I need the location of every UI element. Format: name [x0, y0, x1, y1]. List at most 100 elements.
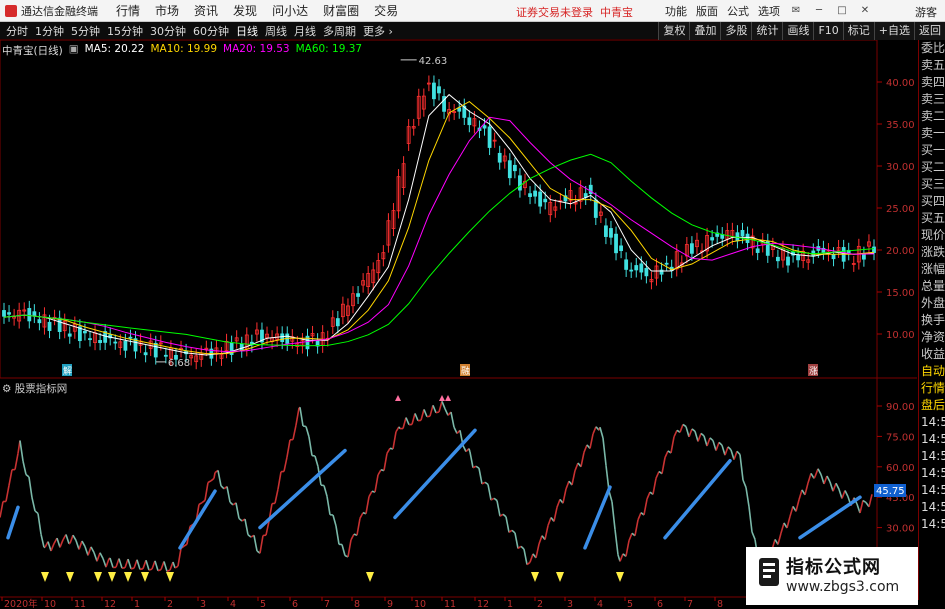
period-weekly[interactable]: 周线 — [265, 23, 287, 39]
side-panel-item[interactable]: 买一 — [919, 142, 945, 159]
add-watchlist-button[interactable]: +自选 — [873, 22, 914, 40]
menu-item-quotes[interactable]: 行情 — [116, 2, 140, 19]
mark-button[interactable]: 标记 — [842, 22, 874, 40]
period-60min[interactable]: 60分钟 — [193, 23, 229, 39]
signal-triangle — [66, 572, 74, 582]
period-multi[interactable]: 多周期 — [323, 23, 356, 39]
indicator-line-segment — [804, 482, 809, 496]
side-panel-item[interactable]: 卖五 — [919, 57, 945, 74]
indicator-line-segment — [487, 484, 492, 501]
draw-button[interactable]: 画线 — [782, 22, 814, 40]
side-panel-item[interactable]: 卖四 — [919, 74, 945, 91]
side-panel-item[interactable]: 买三 — [919, 176, 945, 193]
multi-stock-button[interactable]: 多股 — [720, 22, 752, 40]
candle-body — [32, 311, 37, 316]
menu-item-options[interactable]: 选项 — [758, 3, 780, 19]
indicator-line-segment — [201, 499, 206, 504]
indicator-line-segment — [383, 453, 388, 471]
event-marker-label: 涨 — [809, 366, 818, 377]
side-panel-item[interactable]: 行情 — [919, 380, 945, 397]
indicator-line-segment — [365, 496, 370, 514]
side-panel-item[interactable]: 卖二 — [919, 108, 945, 125]
menu-item-wealth[interactable]: 财富圈 — [323, 2, 359, 19]
legend-toggle-icon[interactable]: ▣ — [69, 43, 79, 58]
indicator-settings-icon[interactable]: ⚙ — [2, 383, 11, 395]
message-icon[interactable]: ✉ — [789, 4, 803, 18]
side-panel-item[interactable]: 14:56 — [919, 482, 945, 499]
period-15min[interactable]: 15分钟 — [107, 23, 143, 39]
minimize-icon[interactable]: ─ — [812, 4, 826, 18]
side-panel-item[interactable]: 盘后 — [919, 397, 945, 414]
back-button[interactable]: 返回 — [914, 22, 945, 40]
login-warning[interactable]: 证券交易未登录 中青宝 — [516, 4, 633, 20]
guest-label[interactable]: 游客 — [915, 4, 937, 20]
menu-item-ask[interactable]: 问小达 — [272, 2, 308, 19]
side-panel-item[interactable]: 卖一 — [919, 125, 945, 142]
period-more[interactable]: 更多 › — [363, 23, 393, 39]
indicator-line-segment — [786, 516, 791, 529]
indicator-line-segment — [414, 413, 419, 422]
side-panel-item[interactable]: 委比 — [919, 40, 945, 57]
side-panel-item[interactable]: 14:56 — [919, 465, 945, 482]
indicator-line-segment — [553, 507, 558, 522]
side-panel-item[interactable]: 涨跌 — [919, 244, 945, 261]
indicator-line-segment — [538, 535, 543, 545]
close-icon[interactable]: ✕ — [858, 4, 872, 18]
menu-item-formula[interactable]: 公式 — [727, 3, 749, 19]
indicator-line-segment — [277, 471, 282, 490]
date-tick-label: 8 — [717, 599, 723, 609]
period-30min[interactable]: 30分钟 — [150, 23, 186, 39]
menu-item-function[interactable]: 功能 — [665, 3, 687, 19]
period-daily[interactable]: 日线 — [236, 23, 258, 39]
date-tick-label: 2 — [167, 599, 173, 609]
indicator-line-segment — [405, 417, 410, 425]
menu-item-trade[interactable]: 交易 — [374, 2, 398, 19]
period-intraday[interactable]: 分时 — [6, 23, 28, 39]
side-panel-item[interactable]: 买五 — [919, 210, 945, 227]
top-marker — [395, 395, 401, 401]
side-panel-item[interactable]: 现价 — [919, 227, 945, 244]
period-5min[interactable]: 5分钟 — [71, 23, 100, 39]
side-panel-item[interactable]: 涨幅 — [919, 261, 945, 278]
period-1min[interactable]: 1分钟 — [35, 23, 64, 39]
side-panel-item[interactable]: 买二 — [919, 159, 945, 176]
menu-item-layout[interactable]: 版面 — [696, 3, 718, 19]
candle-body — [143, 352, 148, 356]
menu-item-discover[interactable]: 发现 — [233, 2, 257, 19]
indicator-line-segment — [838, 488, 843, 499]
side-panel-item[interactable]: 14:56 — [919, 448, 945, 465]
side-panel-item[interactable]: 卖三 — [919, 91, 945, 108]
date-tick-label: 9 — [387, 599, 393, 609]
side-panel-item[interactable]: 买四 — [919, 193, 945, 210]
chart-area[interactable]: 40.00 35.00 30.00 25.00 20.00 15.00 10.00 42.63… — [0, 40, 917, 609]
side-panel-item[interactable]: 14:56 — [919, 414, 945, 431]
f10-button[interactable]: F10 — [813, 22, 843, 40]
indicator-line-segment — [547, 517, 552, 526]
menu-item-news[interactable]: 资讯 — [194, 2, 218, 19]
indicator-blue-segment — [798, 495, 862, 540]
stats-button[interactable]: 统计 — [751, 22, 783, 40]
indicator-line-segment — [614, 529, 619, 555]
indicator-line-segment — [28, 476, 33, 498]
candle-body — [745, 233, 750, 244]
indicator-line-segment — [226, 486, 231, 503]
indicator-line-segment — [511, 529, 516, 534]
side-panel-item[interactable]: 14:56 — [919, 516, 945, 533]
side-panel-item[interactable]: 自动 — [919, 363, 945, 380]
side-panel-item[interactable]: 外盘 — [919, 295, 945, 312]
menu-item-market[interactable]: 市场 — [155, 2, 179, 19]
side-panel-item[interactable]: 换手 — [919, 312, 945, 329]
indicator-line-segment — [435, 411, 440, 414]
side-panel-item[interactable]: 净资 — [919, 329, 945, 346]
indicator-line-segment — [703, 435, 708, 447]
side-panel-item[interactable]: 14:56 — [919, 431, 945, 448]
side-panel-item[interactable]: 收益 — [919, 346, 945, 363]
side-panel-item[interactable]: 总量 — [919, 278, 945, 295]
maximize-icon[interactable]: □ — [835, 4, 849, 18]
candle-body — [614, 233, 618, 254]
indicator-line-segment — [368, 490, 373, 498]
period-monthly[interactable]: 月线 — [294, 23, 316, 39]
overlay-button[interactable]: 叠加 — [689, 22, 721, 40]
side-panel-item[interactable]: 14:56 — [919, 499, 945, 516]
adjust-button[interactable]: 复权 — [658, 22, 690, 40]
